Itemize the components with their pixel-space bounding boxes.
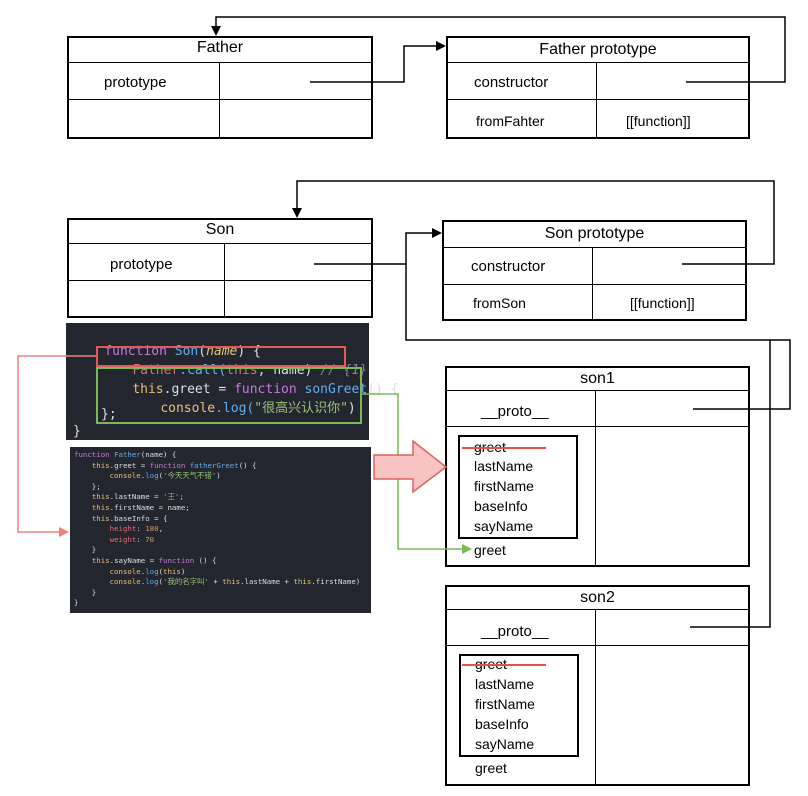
connector-lines — [17, 16, 791, 628]
big-pink-arrow — [373, 439, 448, 494]
father-prototype-arrow — [310, 41, 446, 83]
father-call-pink-arrow — [17, 355, 96, 537]
son2-proto-link — [690, 340, 771, 628]
father-constructor-arrow — [211, 16, 786, 83]
son-prototype-arrow — [314, 228, 442, 265]
son-constructor-arrow — [292, 180, 775, 265]
son1-proto-link — [405, 264, 791, 410]
